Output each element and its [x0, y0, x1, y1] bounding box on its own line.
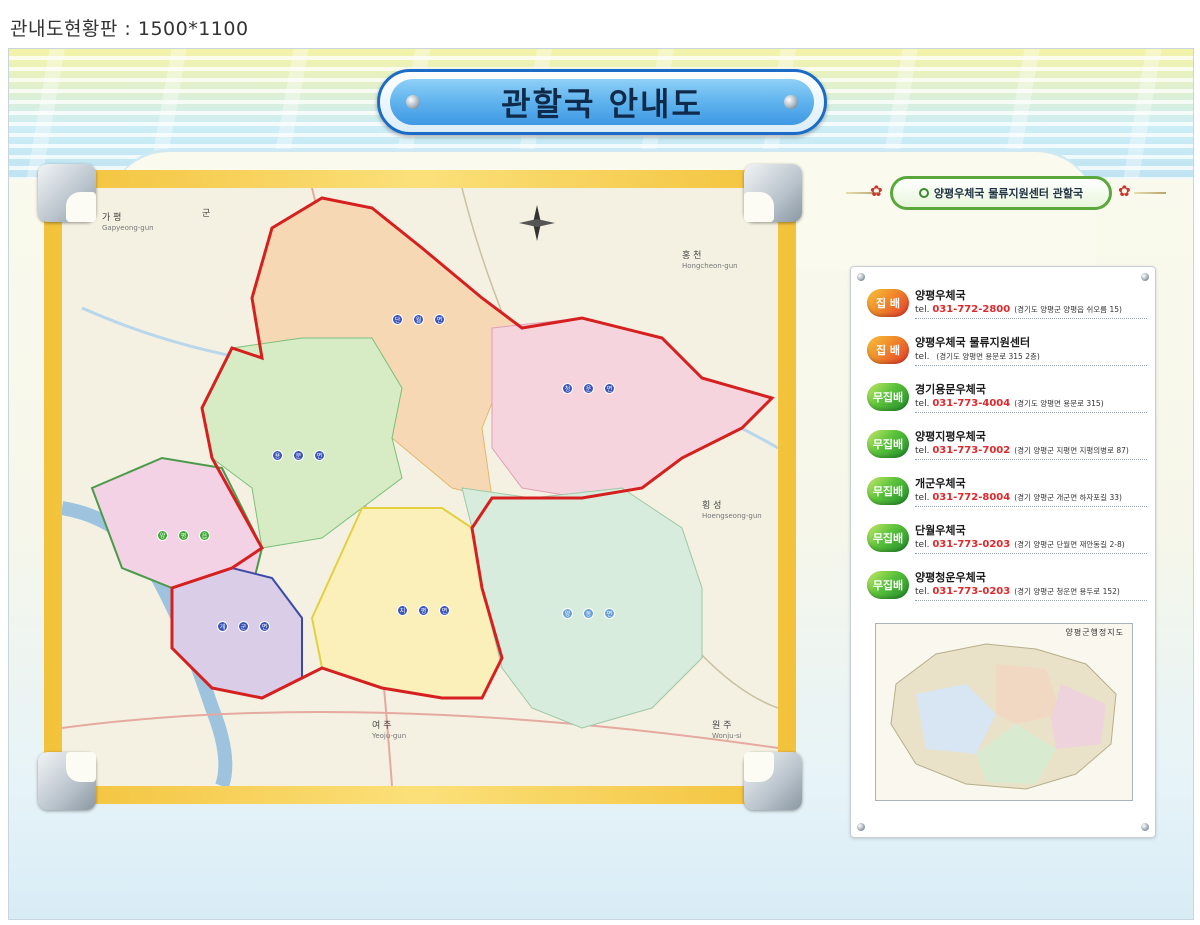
tel-label: tel. [915, 540, 930, 550]
tel-label: tel. [915, 446, 930, 456]
office-item: 집 배 양평우체국 tel. 031-772-2800 (경기도 양평군 양평읍 쉬오… [867, 285, 1147, 329]
town-yangpyeong: 양 평 읍 [157, 530, 210, 541]
delivery-type-badge: 무집배 [867, 430, 909, 458]
rivet-icon [1141, 273, 1149, 281]
map-frame: 가 평 Gapyeong-gun 홍 천 Hongcheon-gun 횡 성 Hoen… [38, 164, 802, 810]
mini-map-svg [890, 643, 1117, 790]
divider [915, 318, 1147, 319]
office-address: (경기 양평군 지평면 지평의병로 87) [1014, 446, 1129, 455]
office-name: 양평우체국 [915, 289, 966, 302]
divider [915, 506, 1147, 507]
frame-corner [38, 164, 96, 222]
decor-branch [1134, 192, 1166, 194]
tel-number: 031-773-0203 [932, 586, 1011, 597]
office-name: 개군우체국 [915, 477, 966, 490]
tel-label: tel. [915, 305, 930, 315]
office-name: 양평우체국 물류지원센터 [915, 336, 1031, 349]
mini-map: 양평군행정지도 [875, 623, 1133, 801]
flower-icon: ✿ [1118, 182, 1131, 200]
flower-icon: ✿ [870, 182, 883, 200]
rivet-icon [857, 273, 865, 281]
office-item: 무집배 개군우체국 tel. 031-772-8004 (경기 양평군 개군면 하자포… [867, 473, 1147, 517]
office-contact: tel. 031-773-0203 (경기 양평군 단월면 재안동길 2-8) [915, 539, 1147, 550]
mini-map-title: 양평군행정지도 [1065, 628, 1124, 637]
delivery-type-badge: 무집배 [867, 383, 909, 411]
office-contact: tel. 031-772-2800 (경기도 양평군 양평읍 쉬오름 15) [915, 304, 1147, 315]
jurisdiction-header-text: 양평우체국 물류지원센터 관할국 [933, 187, 1084, 200]
office-contact: tel. (경기도 양평면 용문로 315 2층) [915, 351, 1147, 362]
office-item: 무집배 양평지평우체국 tel. 031-773-7002 (경기 양평군 지평면 지… [867, 426, 1147, 470]
jurisdiction-header: 양평우체국 물류지원센터 관할국 [890, 176, 1112, 210]
office-item: 무집배 경기용문우체국 tel. 031-773-4004 (경기도 양평면 용문로 … [867, 379, 1147, 423]
map-label-gun: 군 [202, 209, 211, 219]
tel-label: tel. [915, 493, 930, 503]
page-title: 관할국 안내도 [501, 85, 703, 123]
delivery-type-badge: 집 배 [867, 336, 909, 364]
title-banner-inner: 관할국 안내도 [390, 79, 814, 125]
town-yangdong: 양 동 면 [562, 608, 615, 619]
town-yongmun: 용 문 면 [272, 450, 325, 461]
bullet-icon [918, 188, 929, 198]
tel-number: 031-772-8004 [932, 492, 1011, 503]
town-danwol: 단 월 면 [392, 314, 445, 325]
rivet-icon [1141, 823, 1149, 831]
board-size-caption: 관내도현황판 : 1500*1100 [10, 18, 249, 40]
map-label-gapyeong: 가 평 Gapyeong-gun [102, 213, 154, 232]
office-name: 양평청운우체국 [915, 571, 986, 584]
town-gaegun: 개 군 면 [217, 621, 270, 632]
tel-label: tel. [915, 352, 930, 362]
office-contact: tel. 031-773-4004 (경기도 양평면 용문로 315) [915, 398, 1147, 409]
frame-corner [744, 164, 802, 222]
delivery-type-badge: 무집배 [867, 477, 909, 505]
office-contact: tel. 031-773-0203 (경기 양평군 청운면 용두로 152) [915, 586, 1147, 597]
frame-corner [38, 752, 96, 810]
office-name: 경기용문우체국 [915, 383, 986, 396]
office-address: (경기도 양평면 용문로 315) [1014, 399, 1104, 408]
rivet-icon [857, 823, 865, 831]
office-address: (경기 양평군 개군면 하자포길 33) [1014, 493, 1122, 502]
tel-label: tel. [915, 399, 930, 409]
map-label-hongcheon: 홍 천 Hongcheon-gun [682, 251, 738, 270]
district-map: 가 평 Gapyeong-gun 홍 천 Hongcheon-gun 횡 성 Hoen… [62, 188, 778, 786]
tel-number: 031-773-4004 [932, 398, 1011, 409]
delivery-type-badge: 집 배 [867, 289, 909, 317]
town-cheongun: 청 운 면 [562, 383, 615, 394]
map-label-yeoju: 여 주 Yeoju-gun [372, 721, 407, 740]
delivery-type-badge: 무집배 [867, 524, 909, 552]
office-contact: tel. 031-773-7002 (경기 양평군 지평면 지평의병로 87) [915, 445, 1147, 456]
map-label-hoengseong: 횡 성 Hoengseong-gun [702, 501, 762, 520]
office-address: (경기도 양평면 용문로 315 2층) [936, 352, 1040, 361]
town-jipyeong: 지 평 면 [397, 605, 450, 616]
divider [915, 412, 1147, 413]
office-address: (경기도 양평군 양평읍 쉬오름 15) [1014, 305, 1122, 314]
divider [915, 600, 1147, 601]
frame-corner [744, 752, 802, 810]
office-item: 무집배 양평청운우체국 tel. 031-773-0203 (경기 양평군 청운면 용… [867, 567, 1147, 611]
tel-number: 031-772-2800 [932, 304, 1011, 315]
office-item: 무집배 단월우체국 tel. 031-773-0203 (경기 양평군 단월면 재안동… [867, 520, 1147, 564]
office-address: (경기 양평군 청운면 용두로 152) [1014, 587, 1120, 596]
office-contact: tel. 031-772-8004 (경기 양평군 개군면 하자포길 33) [915, 492, 1147, 503]
divider [915, 459, 1147, 460]
tel-label: tel. [915, 587, 930, 597]
rivet-icon [406, 95, 420, 109]
divider [915, 365, 1147, 366]
office-name: 양평지평우체국 [915, 430, 986, 443]
office-name: 단월우체국 [915, 524, 966, 537]
title-banner: 관할국 안내도 [377, 69, 827, 135]
office-item: 집 배 양평우체국 물류지원센터 tel. (경기도 양평면 용문로 315 2층) [867, 332, 1147, 376]
delivery-type-badge: 무집배 [867, 571, 909, 599]
office-address: (경기 양평군 단월면 재안동길 2-8) [1014, 540, 1125, 549]
tel-number: 031-773-7002 [932, 445, 1011, 456]
divider [915, 553, 1147, 554]
office-list-card: 집 배 양평우체국 tel. 031-772-2800 (경기도 양평군 양평읍 쉬오… [850, 266, 1156, 838]
district-map-svg [62, 188, 778, 786]
rivet-icon [784, 95, 798, 109]
tel-number: 031-773-0203 [932, 539, 1011, 550]
map-label-wonju: 원 주 Wonju-si [712, 721, 742, 740]
